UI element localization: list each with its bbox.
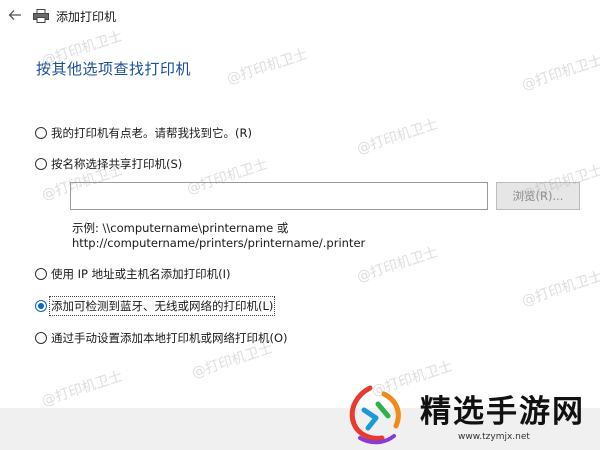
radio-manual-setup[interactable] — [35, 332, 47, 344]
watermark: @打印机卫士 — [519, 52, 600, 94]
title-bar: 添加打印机 — [0, 0, 600, 30]
radio-bluetooth-wireless[interactable] — [35, 300, 47, 312]
back-arrow-icon[interactable] — [6, 6, 24, 24]
watermark: @打印机卫士 — [39, 368, 125, 410]
page-title: 按其他选项查找打印机 — [36, 60, 192, 78]
brand-name: 精选手游网 — [420, 394, 585, 430]
watermark: @打印机卫士 — [354, 244, 440, 286]
option-shared-printer-label: 按名称选择共享打印机(S) — [51, 157, 183, 171]
option-old-printer-label: 我的打印机有点老。请帮我找到它。(R) — [51, 126, 252, 140]
watermark: @打印机卫士 — [354, 116, 440, 158]
brand-url: www.tzymjx.net — [458, 432, 530, 442]
radio-old-printer[interactable] — [35, 127, 47, 139]
watermark: @打印机卫士 — [519, 268, 600, 310]
window-title: 添加打印机 — [56, 10, 117, 24]
example-text-line1: 示例: \\computername\printername 或 — [72, 221, 289, 235]
radio-shared-printer[interactable] — [35, 158, 47, 170]
option-manual-setup-label: 通过手动设置添加本地打印机或网络打印机(O) — [51, 331, 288, 345]
option-ip-address-label: 使用 IP 地址或主机名添加打印机(I) — [51, 267, 231, 281]
shared-printer-name-input[interactable] — [70, 182, 488, 210]
example-text-line2: http://computername/printers/printername… — [72, 236, 366, 250]
browse-button[interactable]: 浏览(R)... — [496, 182, 580, 210]
watermark: @打印机卫士 — [224, 46, 310, 88]
option-shared-printer[interactable]: 按名称选择共享打印机(S) — [35, 155, 182, 173]
option-ip-address[interactable]: 使用 IP 地址或主机名添加打印机(I) — [35, 265, 231, 283]
radio-ip-address[interactable] — [35, 268, 47, 280]
printer-icon — [33, 8, 49, 23]
option-bluetooth-wireless-label: 添加可检测到蓝牙、无线或网络的打印机(L) — [48, 296, 276, 316]
option-old-printer[interactable]: 我的打印机有点老。请帮我找到它。(R) — [35, 124, 252, 142]
brand-logo-icon — [340, 380, 412, 450]
option-manual-setup[interactable]: 通过手动设置添加本地打印机或网络打印机(O) — [35, 329, 288, 347]
option-bluetooth-wireless[interactable]: 添加可检测到蓝牙、无线或网络的打印机(L) — [35, 296, 276, 316]
